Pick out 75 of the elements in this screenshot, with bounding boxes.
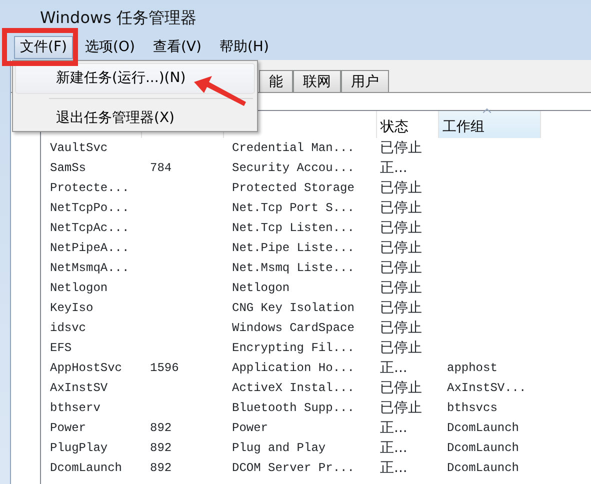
table-cell-text: 1596 <box>149 360 180 377</box>
table-cell-text: 892 <box>149 460 173 477</box>
menu-item[interactable]: 选项(O) <box>78 36 141 59</box>
table-cell-text: 已停止 <box>379 239 423 258</box>
table-cell-text: Netlogon <box>49 280 109 297</box>
table-cell-text: NetTcpPo... <box>49 200 130 217</box>
table-cell-text: 已停止 <box>379 259 423 278</box>
window-title: Windows 任务管理器 <box>40 7 197 29</box>
table-cell: 已停止 <box>376 138 438 158</box>
table-cell-text: idsvc <box>49 320 88 337</box>
table-cell-text: Security Accou... <box>231 160 356 177</box>
table-cell-text: 已停止 <box>379 179 423 198</box>
tab[interactable]: 能 <box>259 70 293 92</box>
table-cell-text: CNG Key Isolation <box>231 300 356 317</box>
menu-item[interactable]: 帮助(H) <box>213 36 275 59</box>
table-cell-text: ActiveX Instal... <box>231 380 356 397</box>
table-cell-text: DCOM Server Pr... <box>231 460 356 477</box>
table-cell-text: Plug and Play <box>231 440 327 457</box>
menu-item[interactable]: 文件(F) <box>14 36 73 59</box>
table-cell-text: DcomLaunch <box>49 460 124 477</box>
table-cell-text: SamSs <box>49 160 88 177</box>
table-cell-text: 正... <box>379 359 408 378</box>
table-cell-text: 已停止 <box>379 199 423 218</box>
arrow <box>192 74 248 108</box>
table-cell-text: 892 <box>149 440 173 457</box>
table-cell-text: 892 <box>149 420 173 437</box>
table-cell-text: NetMsmqA... <box>49 260 130 277</box>
table-cell-text: Net.Msmq Liste... <box>231 260 356 277</box>
table-cell-text: AxInstSV <box>49 380 109 397</box>
table-cell: Credential Man... <box>223 138 376 158</box>
table-cell-text: Net.Pipe Liste... <box>231 240 356 257</box>
table-cell-text: Application Ho... <box>231 360 356 377</box>
table-cell: VaultSvc <box>41 138 141 158</box>
table-cell-text: Protecte... <box>49 180 130 197</box>
table-cell-text: Windows CardSpace <box>231 320 356 337</box>
table-cell-text: NetTcpAc... <box>49 220 130 237</box>
column-header[interactable]: 状态 <box>376 111 438 138</box>
table-cell-text: Power <box>231 420 270 437</box>
table-cell-text: 已停止 <box>379 299 423 318</box>
table-cell-text: AxInstSV... <box>446 380 528 397</box>
menu-option[interactable]: 新建任务(运行...)(N) <box>15 63 255 94</box>
table-cell-text: KeyIso <box>49 300 94 317</box>
table-cell-text: NetPipeA... <box>49 240 130 257</box>
table-cell-text: 已停止 <box>379 279 423 298</box>
table-cell-text: PlugPlay <box>49 440 109 457</box>
tab[interactable]: 用户 <box>341 70 389 92</box>
table-cell-text: apphost <box>446 360 498 377</box>
menu-item[interactable]: 查看(V) <box>146 36 208 59</box>
table-cell-text: AppHostSvc <box>49 360 124 377</box>
table-cell-text: Net.Tcp Port S... <box>231 200 356 217</box>
table-cell-text: DcomLaunch <box>446 440 520 457</box>
table-cell-text: Netlogon <box>231 280 291 297</box>
table-cell-text: Power <box>49 420 88 437</box>
table-cell-text: 正... <box>379 439 408 458</box>
menu-option[interactable]: 退出任务管理器(X) <box>15 103 255 134</box>
tab[interactable]: 联网 <box>293 70 341 92</box>
table-cell-text: 784 <box>149 160 173 177</box>
table-cell-text: 已停止 <box>379 379 423 398</box>
table-cell-text: DcomLaunch <box>446 460 520 477</box>
column-header[interactable]: 工作组 <box>438 111 540 138</box>
table-cell-text: 正... <box>379 419 408 438</box>
table-cell-text: Encrypting Fil... <box>231 340 356 357</box>
table-cell-text: bthsvcs <box>446 400 498 417</box>
table-cell-text: 已停止 <box>379 319 423 338</box>
table-cell-text: 已停止 <box>379 219 423 238</box>
table-cell-text: 正... <box>379 159 408 178</box>
table-cell-text: 已停止 <box>379 339 423 358</box>
table-cell-text: DcomLaunch <box>446 420 520 437</box>
table-cell-text: 已停止 <box>379 399 423 418</box>
table-cell-text: bthserv <box>49 400 102 417</box>
table-cell-text: 正... <box>379 459 408 478</box>
table-cell-text: Net.Tcp Listen... <box>231 220 356 237</box>
table-cell-text: Protected Storage <box>231 180 356 197</box>
table-cell-text: EFS <box>49 340 73 357</box>
table-cell-text: Bluetooth Supp... <box>231 400 356 417</box>
